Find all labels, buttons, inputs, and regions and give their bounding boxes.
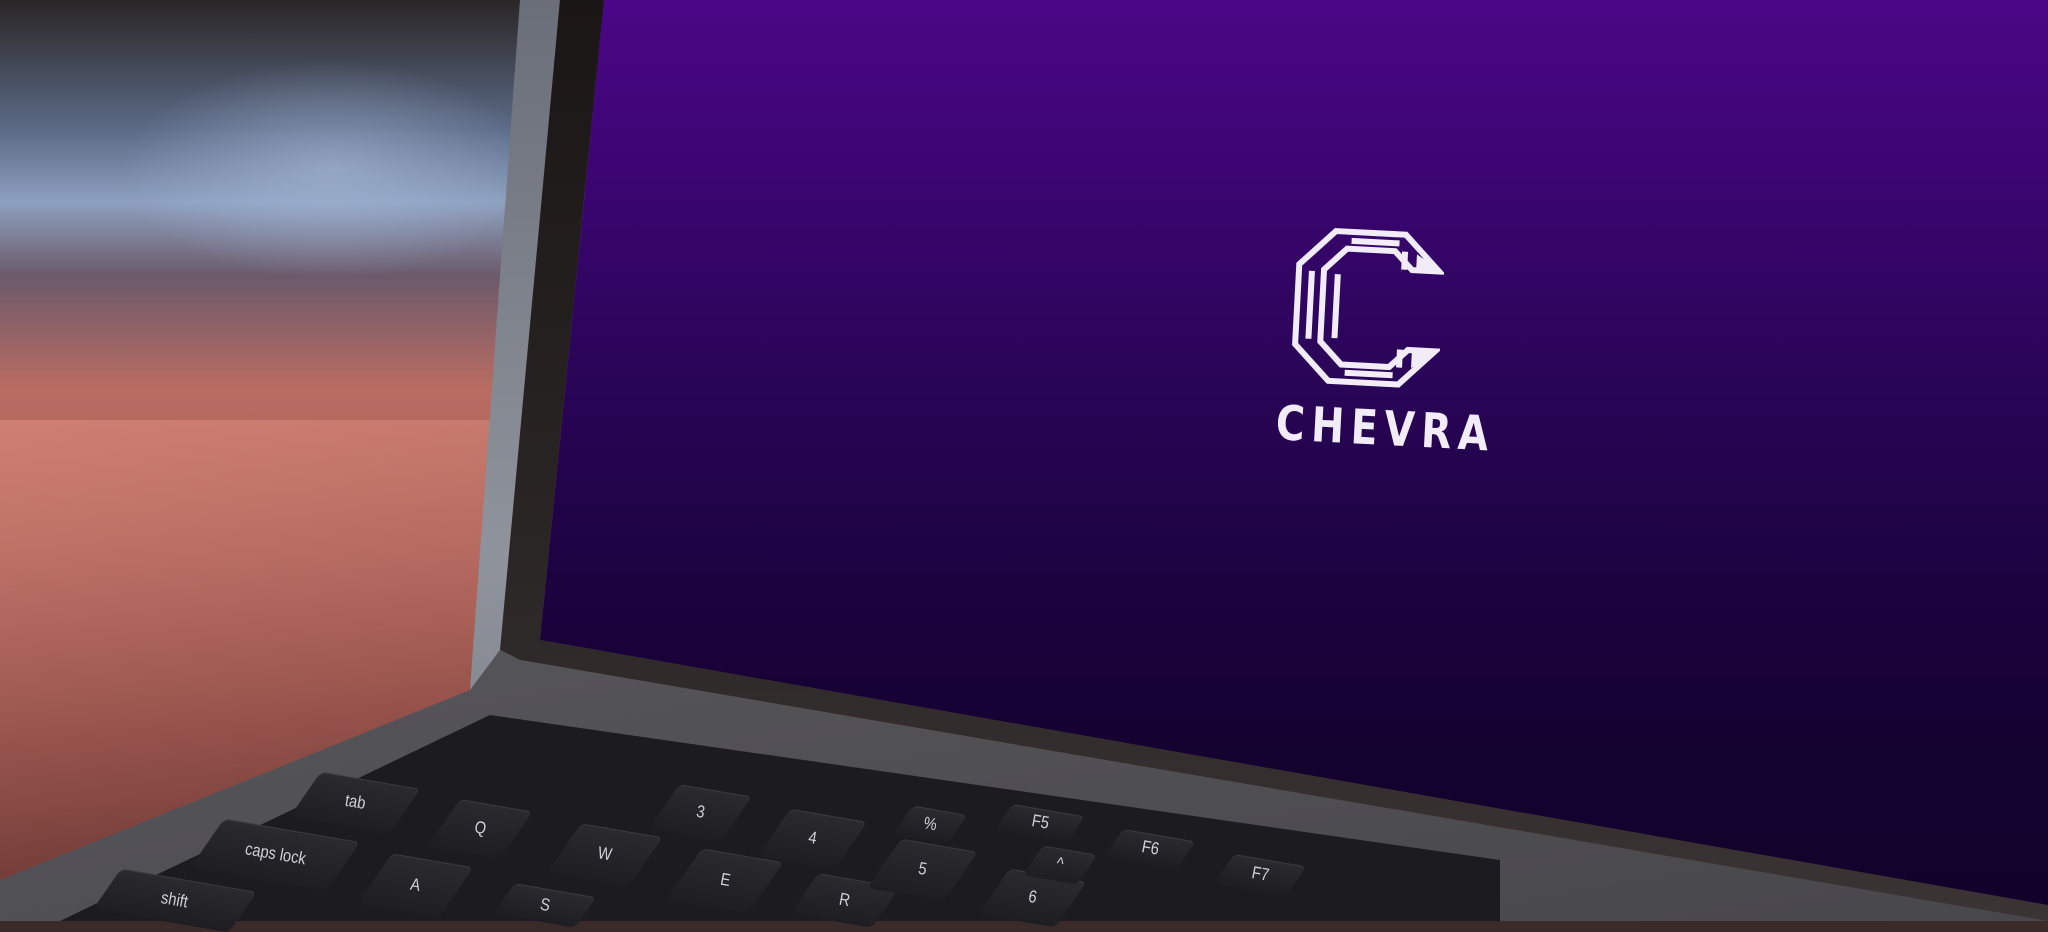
key-label: ^	[1054, 854, 1066, 875]
background-window-glow	[120, 60, 540, 280]
chevra-logo: CHEVRA	[1264, 223, 1497, 473]
key-label: W	[596, 844, 614, 865]
key-label: R	[838, 889, 853, 910]
key-label: F6	[1139, 837, 1161, 860]
key-label: E	[718, 870, 732, 891]
key-label: %	[921, 814, 939, 835]
key-label: A	[408, 875, 422, 896]
key-label: caps lock	[243, 840, 307, 869]
key-label: F7	[1249, 863, 1271, 886]
key-label: S	[538, 895, 552, 915]
key-label: 6	[1026, 887, 1039, 908]
key-label: 5	[916, 859, 929, 880]
chevra-c-logo-icon	[1292, 228, 1447, 388]
brand-name: CHEVRA	[1274, 395, 1497, 463]
key-label: tab	[343, 791, 367, 814]
key-label: F5	[1029, 811, 1051, 834]
key-label: Q	[472, 818, 488, 839]
key-label: shift	[160, 888, 191, 912]
background-scene	[0, 0, 2048, 921]
key-label: 4	[806, 828, 819, 849]
key-label: 3	[694, 802, 706, 823]
